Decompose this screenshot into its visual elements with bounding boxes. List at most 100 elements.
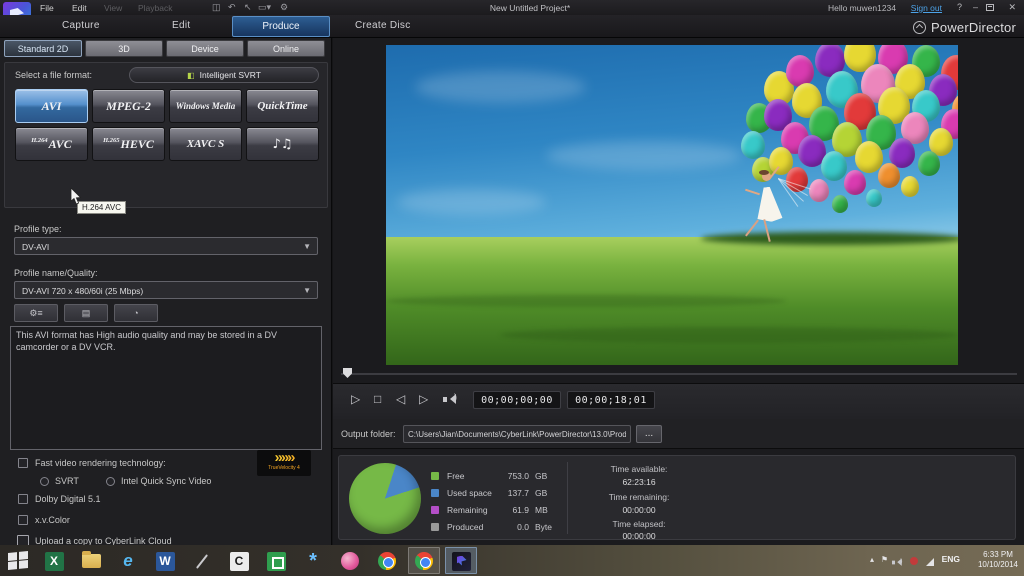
tab-create-disc[interactable]: Create Disc (355, 20, 411, 31)
taskbar-chrome-icon[interactable] (375, 549, 399, 573)
chevron-down-icon: ▼ (303, 286, 311, 295)
time-available-label: Time available: (579, 464, 699, 474)
tray-language[interactable]: ENG (942, 554, 960, 564)
tray-flag-icon[interactable]: ⚑ (881, 555, 888, 564)
start-menu-button[interactable] (8, 551, 28, 570)
capture-area-icon[interactable]: ◫ (212, 2, 221, 13)
sign-out-link[interactable]: Sign out (911, 3, 942, 13)
xvcolor-label: x.v.Color (35, 515, 70, 525)
profile-name-select[interactable]: DV-AVI 720 x 480/60i (25 Mbps) ▼ (14, 281, 318, 299)
balloon (918, 151, 940, 176)
volume-icon[interactable]: ) (443, 394, 459, 405)
format-quicktime-button[interactable]: QuickTime (246, 89, 319, 123)
tree-line (701, 232, 958, 245)
seek-thumb[interactable] (343, 368, 352, 378)
tab-edit[interactable]: Edit (172, 20, 190, 31)
taskbar-photo-app-icon[interactable]: * (301, 549, 325, 573)
time-elapsed-label: Time elapsed: (579, 519, 699, 529)
tray-volume-icon[interactable]: ) (892, 558, 904, 566)
menu-edit[interactable]: Edit (72, 3, 87, 13)
close-button[interactable]: ✕ (1008, 2, 1016, 13)
format-windows-media-button[interactable]: Windows Media (169, 89, 242, 123)
taskbar-excel-icon[interactable]: X (42, 549, 66, 573)
tray-expand-icon[interactable]: ▴ (870, 555, 874, 564)
chevron-down-icon: ▼ (303, 242, 311, 251)
help-button[interactable]: ? (957, 2, 962, 12)
brand-circle-icon (913, 21, 926, 34)
powerdirector-window: File Edit View Playback ◫ ↶ ↖ ▭▾ ⚙ New U… (0, 0, 1024, 576)
format-h265-hevc-button[interactable]: H.265HEVC (92, 127, 165, 161)
subtab-standard-2d[interactable]: Standard 2D (4, 40, 82, 57)
taskbar-powerdirector-icon[interactable] (449, 549, 473, 573)
format-tooltip: H.264 AVC (77, 201, 126, 214)
fast-render-checkbox[interactable] (18, 458, 28, 468)
legend-remaining-swatch (431, 506, 439, 514)
settings-gear-icon[interactable]: ⚙ (280, 2, 288, 13)
taskbar-pink-app-icon[interactable] (338, 549, 362, 573)
restore-button[interactable] (986, 4, 994, 11)
browse-button[interactable]: ... (636, 425, 662, 443)
profile-type-select[interactable]: DV-AVI ▼ (14, 237, 318, 255)
menu-file[interactable]: File (40, 3, 54, 13)
time-elapsed-value: 00:00:00 (579, 531, 699, 541)
seek-track[interactable] (341, 373, 1017, 375)
taskbar-explorer-icon[interactable] (79, 549, 103, 573)
divider (567, 462, 568, 534)
format-mpeg2-button[interactable]: MPEG-2 (92, 89, 165, 123)
format-avi-button[interactable]: AVI (15, 89, 88, 123)
taskbar-ie-icon[interactable]: e (116, 549, 140, 573)
profile-settings-button[interactable]: ⚙≡ (14, 304, 58, 322)
file-format-label: Select a file format: (15, 70, 92, 80)
taskbar-camtasia-icon[interactable]: C (227, 549, 251, 573)
dolby-label: Dolby Digital 5.1 (35, 494, 101, 504)
format-xavc-s-button[interactable]: XAVC S (169, 127, 242, 161)
select-tool-icon[interactable]: ↖ (244, 2, 252, 13)
taskbar-word-icon[interactable]: W (153, 549, 177, 573)
profile-details-button[interactable]: ▤ (64, 304, 108, 322)
brand-mark: PowerDirector (913, 19, 1016, 35)
playback-controls: ▷ □ ◁ ▷ ) 00;00;00;00 00;00;18;01 (333, 383, 1024, 419)
tray-status-icon[interactable] (910, 557, 918, 565)
fast-render-label: Fast video rendering technology: (35, 458, 166, 468)
intel-qsv-radio[interactable] (106, 477, 115, 486)
next-frame-button[interactable]: ▷ (419, 392, 428, 406)
xvcolor-checkbox[interactable] (18, 515, 28, 525)
legend-produced-swatch (431, 523, 439, 531)
undo-icon[interactable]: ↶ (228, 2, 236, 13)
subtab-3d[interactable]: 3D (85, 40, 163, 57)
tray-clock[interactable]: 6:33 PM 10/10/2014 (978, 550, 1018, 570)
output-folder-label: Output folder: (341, 429, 396, 439)
preview-panel: ▷ □ ◁ ▷ ) 00;00;00;00 00;00;18;01 Output… (333, 38, 1024, 545)
tab-produce[interactable]: Produce (232, 16, 330, 37)
taskbar-pen-icon[interactable] (190, 549, 214, 573)
output-folder-input[interactable] (403, 425, 631, 443)
legend-used-label: Used space (447, 488, 492, 498)
tray-network-icon[interactable] (926, 558, 934, 566)
file-format-section: Select a file format: ◧ Intelligent SVRT… (4, 62, 328, 208)
intelligent-svrt-button[interactable]: ◧ Intelligent SVRT (129, 67, 319, 83)
legend-remaining-label: Remaining (447, 505, 488, 515)
stop-button[interactable]: □ (374, 392, 381, 406)
subtab-online[interactable]: Online (247, 40, 325, 57)
dolby-checkbox[interactable] (18, 494, 28, 504)
format-h264-avc-button[interactable]: H.264AVC (15, 127, 88, 161)
previous-frame-button[interactable]: ◁ (396, 392, 405, 406)
svrt-radio-label: SVRT (55, 476, 79, 486)
format-audio-button[interactable]: ♪♫ (246, 127, 319, 161)
truevelocity-logo: »»» TrueVelocity 4 (257, 450, 311, 476)
legend-produced-label: Produced (447, 522, 483, 532)
svrt-radio[interactable] (40, 477, 49, 486)
svrt-analyze-button[interactable]: ◔ (114, 304, 158, 322)
play-button[interactable]: ▷ (351, 392, 360, 406)
mode-tab-bar: Capture Edit Produce Create Disc PowerDi… (0, 15, 1024, 38)
aspect-ratio-icon[interactable]: ▭▾ (258, 2, 271, 13)
tab-capture[interactable]: Capture (62, 20, 100, 31)
taskbar-chrome-window-icon[interactable] (412, 549, 436, 573)
subtab-device[interactable]: Device (166, 40, 244, 57)
taskbar-green-app-icon[interactable] (264, 549, 288, 573)
menu-view: View (104, 3, 122, 13)
balloon (821, 151, 847, 181)
minimize-button[interactable]: – (973, 2, 978, 12)
legend-remaining-value: 61.9 (489, 505, 529, 515)
profile-type-label: Profile type: (14, 224, 62, 234)
